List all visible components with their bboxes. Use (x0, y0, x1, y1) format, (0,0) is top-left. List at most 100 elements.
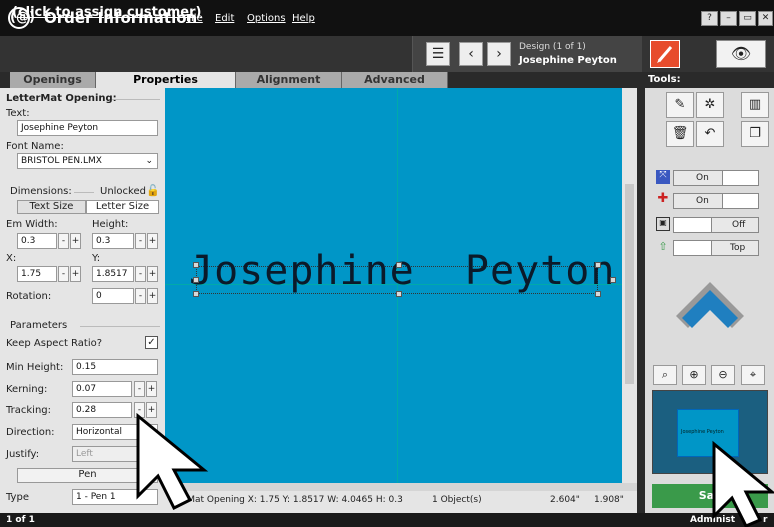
height-input[interactable]: 0.3 (92, 233, 134, 249)
knife-icon: ✎ (674, 97, 686, 112)
tab-alignment[interactable]: Alignment (236, 72, 342, 88)
resize-handle[interactable] (193, 262, 199, 268)
em-width-minus[interactable]: - (58, 233, 69, 249)
toggle-knob (674, 218, 712, 232)
rotation-minus[interactable]: - (135, 288, 146, 304)
menu-help[interactable]: Help (292, 13, 315, 24)
toggle-state: Off (732, 220, 746, 230)
horizontal-scrollbar[interactable] (165, 483, 637, 491)
x-minus[interactable]: - (58, 266, 69, 282)
divider (74, 192, 94, 193)
resize-handle[interactable] (396, 291, 402, 297)
close-button[interactable]: ✕ (758, 11, 773, 26)
rotation-input[interactable]: 0 (92, 288, 134, 304)
toggle-state: On (696, 196, 709, 206)
unlocked-label: Unlocked (100, 186, 146, 197)
zoom-fit-button[interactable]: ⌕ (653, 365, 677, 385)
height-plus[interactable]: + (147, 233, 158, 249)
move-up-icon[interactable] (674, 280, 746, 340)
hamburger-menu-button[interactable]: ☰ (426, 42, 450, 66)
crosshair-icon: ✚ (657, 191, 669, 206)
fit-toggle[interactable]: On (673, 170, 759, 186)
menu-options[interactable]: Options (247, 13, 286, 24)
min-height-label: Min Height: (6, 362, 64, 373)
gear-icon: ✲ (704, 97, 716, 112)
layer-toggle[interactable]: Top (673, 240, 759, 256)
zoom-out-button[interactable]: ⊖ (711, 365, 735, 385)
canvas-text[interactable]: Josephine Peyton (189, 248, 615, 294)
keep-aspect-checkbox[interactable]: ✓ (145, 336, 158, 349)
toggle-state: On (696, 173, 709, 183)
maximize-button[interactable]: ▭ (739, 11, 756, 26)
help-button[interactable]: ? (701, 11, 718, 26)
copy-icon: ❐ (749, 126, 761, 141)
border-toggle[interactable]: Off (673, 217, 759, 233)
unlock-icon[interactable]: 🔓 (146, 184, 160, 197)
minimize-button[interactable]: – (720, 11, 737, 26)
tracking-input[interactable]: 0.28 (72, 402, 132, 418)
resize-handle[interactable] (595, 291, 601, 297)
vertical-scrollbar[interactable] (622, 88, 637, 483)
resize-handle[interactable] (193, 291, 199, 297)
font-select[interactable]: BRISTOL PEN.LMX ⌄ (17, 153, 158, 169)
y-input[interactable]: 1.8517 (92, 266, 134, 282)
copy-button[interactable]: ❐ (741, 121, 769, 147)
resize-handle[interactable] (610, 277, 616, 283)
bottom-bar (0, 513, 774, 527)
next-design-button[interactable]: › (487, 42, 511, 66)
crosshair-toggle[interactable]: On (673, 193, 759, 209)
height-minus[interactable]: - (135, 233, 146, 249)
font-value: BRISTOL PEN.LMX (21, 156, 102, 166)
tab-advanced[interactable]: Advanced (342, 72, 448, 88)
x-plus[interactable]: + (70, 266, 81, 282)
resize-handle[interactable] (595, 262, 601, 268)
kerning-minus[interactable]: - (134, 381, 145, 397)
text-input[interactable]: Josephine Peyton (17, 120, 158, 136)
height-label: Height: (92, 219, 129, 230)
rotation-plus[interactable]: + (147, 288, 158, 304)
ruler-tool-button[interactable]: ▥ (741, 92, 769, 118)
status-info: erMat Opening X: 1.75 Y: 1.8517 W: 4.046… (178, 495, 403, 505)
status-coord-x: 2.604" (550, 495, 580, 505)
direction-label: Direction: (6, 427, 55, 438)
toggle-knob (722, 194, 758, 208)
em-width-plus[interactable]: + (70, 233, 81, 249)
tab-openings[interactable]: Openings (10, 72, 96, 88)
undo-button[interactable]: ↶ (696, 121, 724, 147)
em-width-input[interactable]: 0.3 (17, 233, 57, 249)
undo-icon: ↶ (704, 126, 716, 141)
min-height-input[interactable]: 0.15 (72, 359, 158, 375)
text-size-toggle[interactable]: Text Size (17, 200, 86, 214)
fit-icon: ⤧ (656, 170, 670, 184)
y-plus[interactable]: + (147, 266, 158, 282)
x-label: X: (6, 253, 17, 264)
previous-design-button[interactable]: ‹ (459, 42, 483, 66)
knife-tool-button[interactable]: ✎ (666, 92, 694, 118)
delete-button[interactable]: 🗑 (666, 121, 694, 147)
font-label: Font Name: (6, 141, 64, 152)
letter-size-toggle[interactable]: Letter Size (86, 200, 159, 214)
y-minus[interactable]: - (135, 266, 146, 282)
zoom-fit-icon: ⌕ (661, 368, 669, 381)
design-canvas[interactable]: Josephine Peyton (165, 88, 637, 483)
resize-handle[interactable] (193, 277, 199, 283)
zoom-out-icon: ⊖ (718, 368, 728, 381)
preview-text: Josephine Peyton (681, 429, 724, 435)
tab-properties[interactable]: Properties (96, 72, 236, 88)
zoom-in-button[interactable]: ⊕ (682, 365, 706, 385)
gear-tool-button[interactable]: ✲ (696, 92, 724, 118)
hamburger-icon: ☰ (431, 46, 445, 62)
draw-mode-button[interactable] (650, 40, 680, 68)
menu-edit[interactable]: Edit (215, 13, 234, 24)
assign-customer-link[interactable]: (click to assign customer) (12, 5, 201, 20)
scroll-thumb[interactable] (625, 184, 634, 384)
resize-handle[interactable] (396, 262, 402, 268)
x-input[interactable]: 1.75 (17, 266, 57, 282)
zoom-center-button[interactable]: ⌖ (741, 365, 765, 385)
toggle-knob (674, 241, 712, 255)
kerning-plus[interactable]: + (146, 381, 157, 397)
kerning-input[interactable]: 0.07 (72, 381, 132, 397)
text-label: Text: (6, 108, 30, 119)
design-count: Design (1 of 1) (519, 42, 586, 52)
preview-button[interactable]: 👁 (716, 40, 766, 68)
